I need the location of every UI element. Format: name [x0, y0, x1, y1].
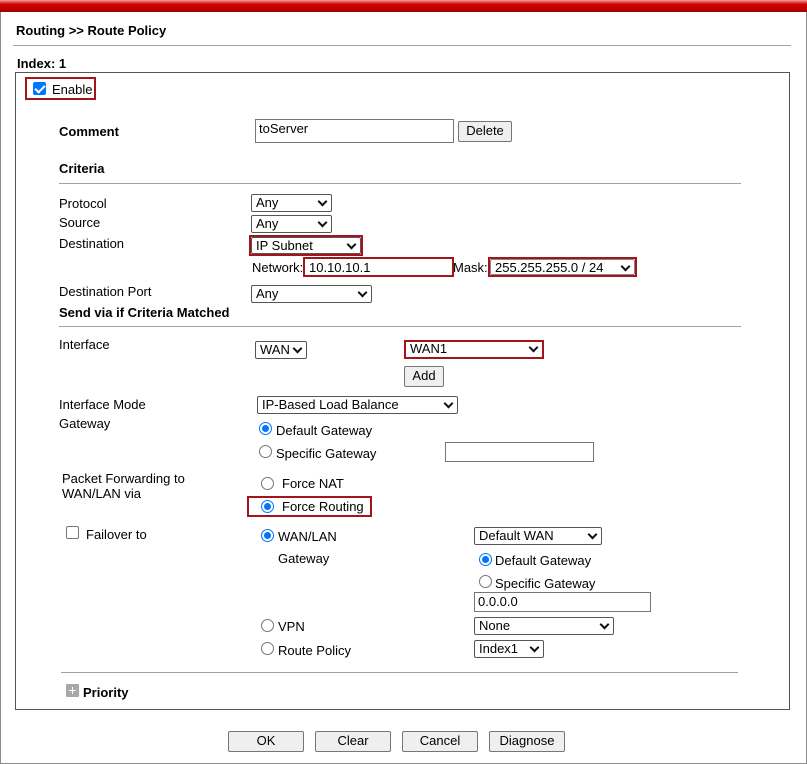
failover-vpn-radio[interactable] — [261, 619, 274, 632]
default-gateway-radio[interactable] — [259, 422, 272, 435]
network-input[interactable]: 10.10.10.1 — [303, 257, 454, 277]
failover-route-policy-label: Route Policy — [278, 643, 351, 658]
interface-mode-select[interactable]: IP-Based Load Balance — [257, 396, 458, 414]
force-routing-radio[interactable] — [261, 500, 274, 513]
diagnose-button[interactable]: Diagnose — [489, 731, 565, 752]
chevron-down-icon — [601, 623, 608, 627]
source-select[interactable]: Any — [251, 215, 332, 233]
network-label: Network: — [252, 260, 304, 275]
chevron-down-icon — [348, 243, 355, 247]
failover-specific-gateway-input[interactable]: 0.0.0.0 — [474, 592, 651, 612]
chevron-down-icon — [589, 533, 596, 537]
failover-label: Failover to — [86, 527, 147, 542]
comment-label: Comment — [59, 124, 119, 139]
delete-button[interactable]: Delete — [458, 121, 512, 142]
chevron-down-icon — [530, 346, 537, 350]
interface-mode-value: IP-Based Load Balance — [262, 397, 399, 412]
failover-wan-lan-radio[interactable] — [261, 529, 274, 542]
mask-label: Mask: — [453, 260, 488, 275]
interface-mode-label: Interface Mode — [59, 397, 146, 412]
enable-checkbox[interactable] — [33, 82, 46, 95]
enable-label: Enable — [52, 82, 93, 97]
specific-gateway-radio[interactable] — [259, 445, 272, 458]
interface-type-select[interactable]: WAN — [255, 341, 307, 359]
protocol-value: Any — [256, 195, 279, 210]
add-button[interactable]: Add — [404, 366, 444, 387]
priority-label[interactable]: Priority — [83, 685, 129, 700]
failover-specific-gateway-label: Specific Gateway — [495, 576, 596, 591]
force-routing-label: Force Routing — [282, 499, 364, 514]
ok-button[interactable]: OK — [228, 731, 304, 752]
failover-wan-select[interactable]: Default WAN — [474, 527, 602, 545]
failover-gateway-label: Gateway — [278, 551, 330, 566]
failover-route-policy-value: Index1 — [479, 641, 519, 656]
chevron-down-icon — [445, 402, 452, 406]
destination-select[interactable]: IP Subnet — [251, 237, 361, 254]
chevron-down-icon — [531, 646, 538, 650]
failover-vpn-label: VPN — [278, 619, 305, 634]
destination-value: IP Subnet — [256, 238, 313, 253]
destination-port-label: Destination Port — [59, 284, 152, 299]
cancel-button[interactable]: Cancel — [402, 731, 478, 752]
source-label: Source — [59, 215, 101, 230]
failover-route-policy-radio[interactable] — [261, 642, 274, 655]
mask-select[interactable]: 255.255.255.0 / 24 — [490, 259, 635, 275]
force-nat-label: Force NAT — [282, 476, 344, 491]
breadcrumb: Routing >> Route Policy — [16, 23, 167, 38]
failover-specific-gateway-radio[interactable] — [479, 575, 492, 588]
divider — [13, 45, 791, 46]
wan-select-value: WAN1 — [410, 341, 448, 356]
chevron-down-icon — [359, 291, 366, 295]
clear-button[interactable]: Clear — [315, 731, 391, 752]
failover-route-policy-select[interactable]: Index1 — [474, 640, 544, 658]
divider — [59, 183, 741, 184]
specific-gateway-label: Specific Gateway — [276, 446, 377, 461]
packet-forwarding-label-1: Packet Forwarding to — [62, 471, 185, 486]
failover-wan-lan-label: WAN/LAN — [278, 529, 337, 544]
destination-label: Destination — [59, 236, 125, 251]
specific-gateway-input[interactable] — [445, 442, 594, 462]
chevron-down-icon — [319, 200, 326, 204]
header-bar — [0, 0, 807, 12]
force-nat-radio[interactable] — [261, 477, 274, 490]
chevron-down-icon — [294, 347, 301, 351]
failover-checkbox[interactable] — [66, 526, 79, 539]
gateway-label: Gateway — [59, 416, 111, 431]
protocol-label: Protocol — [59, 196, 107, 211]
index-label: Index: 1 — [17, 56, 67, 71]
comment-input[interactable]: toServer — [255, 119, 454, 143]
network-value: 10.10.10.1 — [309, 260, 371, 275]
protocol-select[interactable]: Any — [251, 194, 332, 212]
failover-vpn-value: None — [479, 618, 511, 633]
destination-port-select[interactable]: Any — [251, 285, 372, 303]
packet-forwarding-label-2: WAN/LAN via — [62, 486, 141, 501]
criteria-heading: Criteria — [59, 161, 105, 176]
mask-value: 255.255.255.0 / 24 — [495, 260, 604, 275]
send-via-heading: Send via if Criteria Matched — [59, 305, 230, 320]
failover-vpn-select[interactable]: None — [474, 617, 614, 635]
divider — [59, 326, 741, 327]
wan-select[interactable]: WAN1 — [406, 342, 542, 357]
source-value: Any — [256, 216, 279, 231]
destination-port-value: Any — [256, 286, 279, 301]
chevron-down-icon — [319, 221, 326, 225]
failover-wan-value: Default WAN — [479, 528, 554, 543]
expand-icon[interactable] — [66, 684, 79, 697]
interface-label: Interface — [59, 337, 110, 352]
interface-type-value: WAN — [260, 342, 290, 357]
failover-default-gateway-radio[interactable] — [479, 553, 492, 566]
policy-panel — [15, 72, 790, 710]
divider — [61, 672, 738, 673]
failover-default-gateway-label: Default Gateway — [495, 553, 592, 568]
default-gateway-label: Default Gateway — [276, 423, 373, 438]
chevron-down-icon — [622, 265, 629, 269]
